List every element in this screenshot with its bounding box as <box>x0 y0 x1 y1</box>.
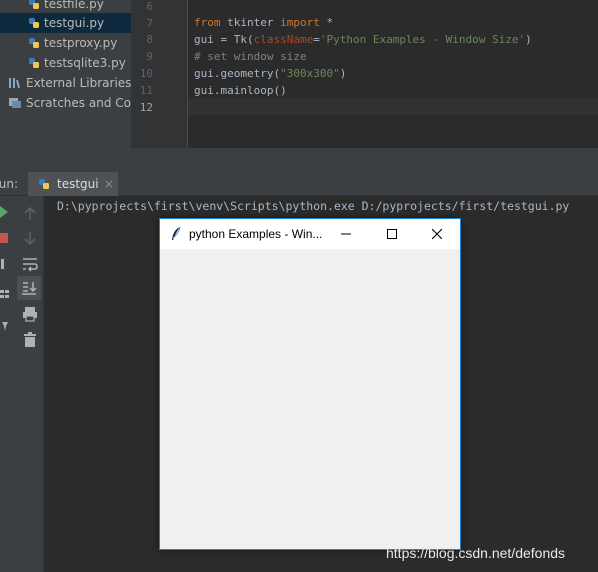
panel-splitter[interactable] <box>0 148 598 172</box>
tree-item-testsqlite3[interactable]: testsqlite3.py <box>0 53 131 73</box>
pin-icon[interactable] <box>0 320 10 332</box>
library-icon <box>9 78 21 89</box>
run-toolbar-secondary <box>12 196 44 572</box>
run-panel-header: Run: testgui × <box>0 172 598 196</box>
line-number-current: 12 <box>139 101 153 114</box>
editor-gutter: 6 7 8 9 10 11 12 <box>131 0 188 148</box>
arrow-up-icon[interactable] <box>20 204 40 224</box>
tree-item-label: testproxy.py <box>44 36 118 50</box>
tree-item-testfile[interactable]: testfile.py <box>0 0 131 14</box>
scratches-icon <box>9 98 21 108</box>
tk-window-body <box>160 249 460 549</box>
line-number: 10 <box>139 67 153 80</box>
tk-window-title: python Examples - Win... <box>189 227 323 241</box>
python-file-icon <box>29 58 39 68</box>
watermark: https://blog.csdn.net/defonds <box>386 545 566 561</box>
soft-wrap-icon[interactable] <box>20 254 40 274</box>
current-line-highlight <box>188 98 598 115</box>
tree-item-external-libraries[interactable]: External Libraries <box>0 73 131 93</box>
close-tab-icon[interactable]: × <box>104 172 114 196</box>
tree-item-scratches[interactable]: Scratches and Consoles <box>0 93 131 113</box>
run-tab-testgui[interactable]: testgui × <box>28 172 118 196</box>
close-button[interactable] <box>414 219 460 249</box>
tree-item-label: testgui.py <box>44 16 105 30</box>
close-icon <box>432 229 442 239</box>
line-number: 9 <box>146 50 153 63</box>
code-line-8: gui = Tk(className='Python Examples - Wi… <box>194 33 532 46</box>
run-toolbar-primary <box>0 196 12 572</box>
rerun-icon[interactable] <box>0 206 10 218</box>
run-label: Run: <box>0 177 19 191</box>
tk-window[interactable]: python Examples - Win... <box>159 218 461 550</box>
arrow-down-icon[interactable] <box>20 228 40 248</box>
python-file-icon <box>39 179 49 189</box>
code-line-9: # set window size <box>194 50 307 63</box>
run-tab-label: testgui <box>57 177 99 191</box>
tree-item-testgui[interactable]: testgui.py <box>0 13 131 33</box>
tree-item-label: testsqlite3.py <box>44 56 126 70</box>
tree-item-label: Scratches and Consoles <box>26 96 131 110</box>
code-line-10: gui.geometry("300x300") <box>194 67 347 80</box>
code-line-7: from tkinter import * <box>194 16 334 29</box>
console-command-line: D:\pyprojects\first\venv\Scripts\python.… <box>57 199 570 213</box>
tree-item-label: testfile.py <box>44 0 104 11</box>
maximize-icon <box>387 229 397 239</box>
scroll-to-end-icon <box>22 282 37 295</box>
maximize-button[interactable] <box>369 219 415 249</box>
minimize-button[interactable] <box>323 219 369 249</box>
project-tree: testfile.py testgui.py testproxy.py test… <box>0 0 131 148</box>
scroll-to-end-toggle[interactable] <box>17 276 41 300</box>
line-number: 7 <box>146 17 153 30</box>
restore-layout-icon[interactable] <box>0 288 10 300</box>
stop-icon[interactable] <box>0 232 10 244</box>
tree-item-testproxy[interactable]: testproxy.py <box>0 33 131 53</box>
trash-icon[interactable] <box>20 330 40 350</box>
minimize-icon <box>341 233 351 235</box>
line-number: 8 <box>146 33 153 46</box>
print-icon[interactable] <box>20 304 40 324</box>
code-editor[interactable]: from tkinter import * gui = Tk(className… <box>188 0 598 148</box>
python-file-icon <box>29 18 39 28</box>
python-file-icon <box>29 38 39 48</box>
feather-icon <box>172 226 181 240</box>
tk-window-titlebar[interactable]: python Examples - Win... <box>160 219 460 249</box>
line-number: 6 <box>146 0 153 13</box>
python-file-icon <box>29 0 39 9</box>
code-line-11: gui.mainloop() <box>194 84 287 97</box>
tree-item-label: External Libraries <box>26 76 131 90</box>
line-number: 11 <box>139 84 153 97</box>
pause-icon[interactable] <box>0 258 10 270</box>
